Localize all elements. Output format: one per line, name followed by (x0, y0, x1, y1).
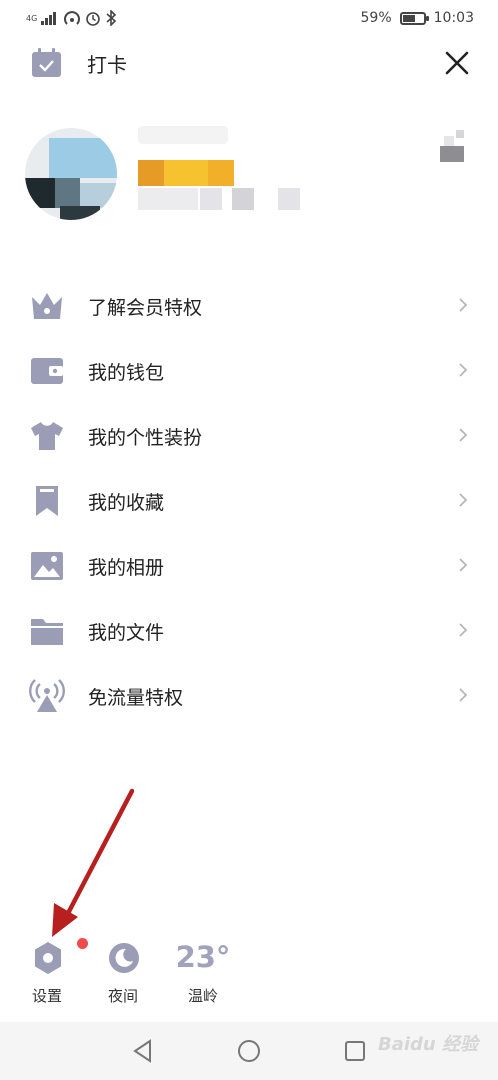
settings-button[interactable]: 设置 (12, 935, 88, 1010)
home-circle-icon[interactable] (236, 1038, 262, 1064)
settings-label: 设置 (31, 987, 62, 1005)
night-label: 夜间 (107, 987, 138, 1005)
menu-label: 了解会员特权 (88, 297, 203, 319)
drawer-menu: 了解会员特权 我的钱包 我的个性装扮 我的收藏 我的相册 我的文件 免流量特权 (0, 273, 498, 728)
menu-item-favorites[interactable]: 我的收藏 (0, 468, 498, 533)
signal-tower-icon (29, 679, 65, 712)
back-triangle-icon[interactable] (130, 1038, 156, 1064)
menu-item-wallet[interactable]: 我的钱包 (0, 338, 498, 403)
qr-code-icon[interactable] (440, 128, 468, 162)
hotspot-icon (64, 11, 81, 25)
night-mode-button[interactable]: 夜间 (88, 935, 158, 1010)
bookmark-icon (36, 486, 58, 516)
profile-card[interactable] (0, 118, 498, 228)
chevron-right-icon (459, 298, 468, 312)
menu-label: 我的文件 (88, 622, 165, 644)
nickname-blurred (138, 126, 228, 144)
clock: 10:03 (433, 10, 474, 26)
menu-label: 我的钱包 (88, 362, 165, 384)
menu-item-theme[interactable]: 我的个性装扮 (0, 403, 498, 468)
menu-item-vip[interactable]: 了解会员特权 (0, 273, 498, 338)
photo-album-icon (31, 552, 63, 580)
baidu-watermark: Baidu 经验 (378, 1034, 479, 1055)
settings-hex-icon (35, 942, 61, 974)
menu-item-files[interactable]: 我的文件 (0, 598, 498, 663)
battery-percent: 59% (360, 10, 392, 26)
chevron-right-icon (459, 558, 468, 572)
menu-item-album[interactable]: 我的相册 (0, 533, 498, 598)
notification-dot (77, 938, 88, 949)
signature-blurred (138, 188, 308, 210)
chevron-right-icon (459, 363, 468, 377)
vip-badge[interactable] (138, 160, 234, 186)
drawer-bottom-bar: 设置 夜间 23° 温岭 (0, 935, 498, 1010)
checkin-label[interactable]: 打卡 (87, 49, 127, 78)
system-nav-bar: Baidu 经验 (0, 1022, 498, 1080)
chevron-right-icon (459, 428, 468, 442)
chevron-right-icon (459, 623, 468, 637)
recents-square-icon[interactable] (342, 1038, 368, 1064)
network-label: 4G (26, 13, 38, 23)
drawer-header: 打卡 (0, 38, 498, 88)
status-left: 4G (26, 9, 117, 27)
signal-icon (41, 12, 57, 25)
weather-widget[interactable]: 23° 温岭 (168, 935, 238, 1010)
wallet-icon (31, 358, 63, 384)
weather-temperature: 23° (175, 940, 231, 974)
tshirt-icon (31, 422, 63, 450)
annotation-arrow (52, 788, 135, 937)
chevron-right-icon (459, 493, 468, 507)
status-bar: 4G 59% 10:03 (0, 0, 498, 36)
status-right: 59% 10:03 (361, 9, 474, 27)
moon-icon (109, 943, 139, 973)
menu-label: 我的个性装扮 (88, 427, 203, 449)
avatar[interactable] (25, 128, 117, 220)
calendar-check-icon[interactable] (31, 48, 62, 78)
menu-label: 免流量特权 (88, 687, 184, 709)
battery-fill (402, 14, 415, 22)
weather-city: 温岭 (187, 987, 218, 1005)
menu-label: 我的相册 (88, 557, 165, 579)
bluetooth-icon (106, 10, 117, 26)
alarm-icon (86, 12, 101, 26)
battery-icon (399, 11, 429, 25)
crown-basket-icon (32, 293, 62, 319)
menu-label: 我的收藏 (88, 492, 165, 514)
chevron-right-icon (459, 688, 468, 702)
folder-icon (31, 619, 63, 645)
close-icon[interactable] (440, 46, 474, 80)
menu-item-free-data[interactable]: 免流量特权 (0, 663, 498, 728)
